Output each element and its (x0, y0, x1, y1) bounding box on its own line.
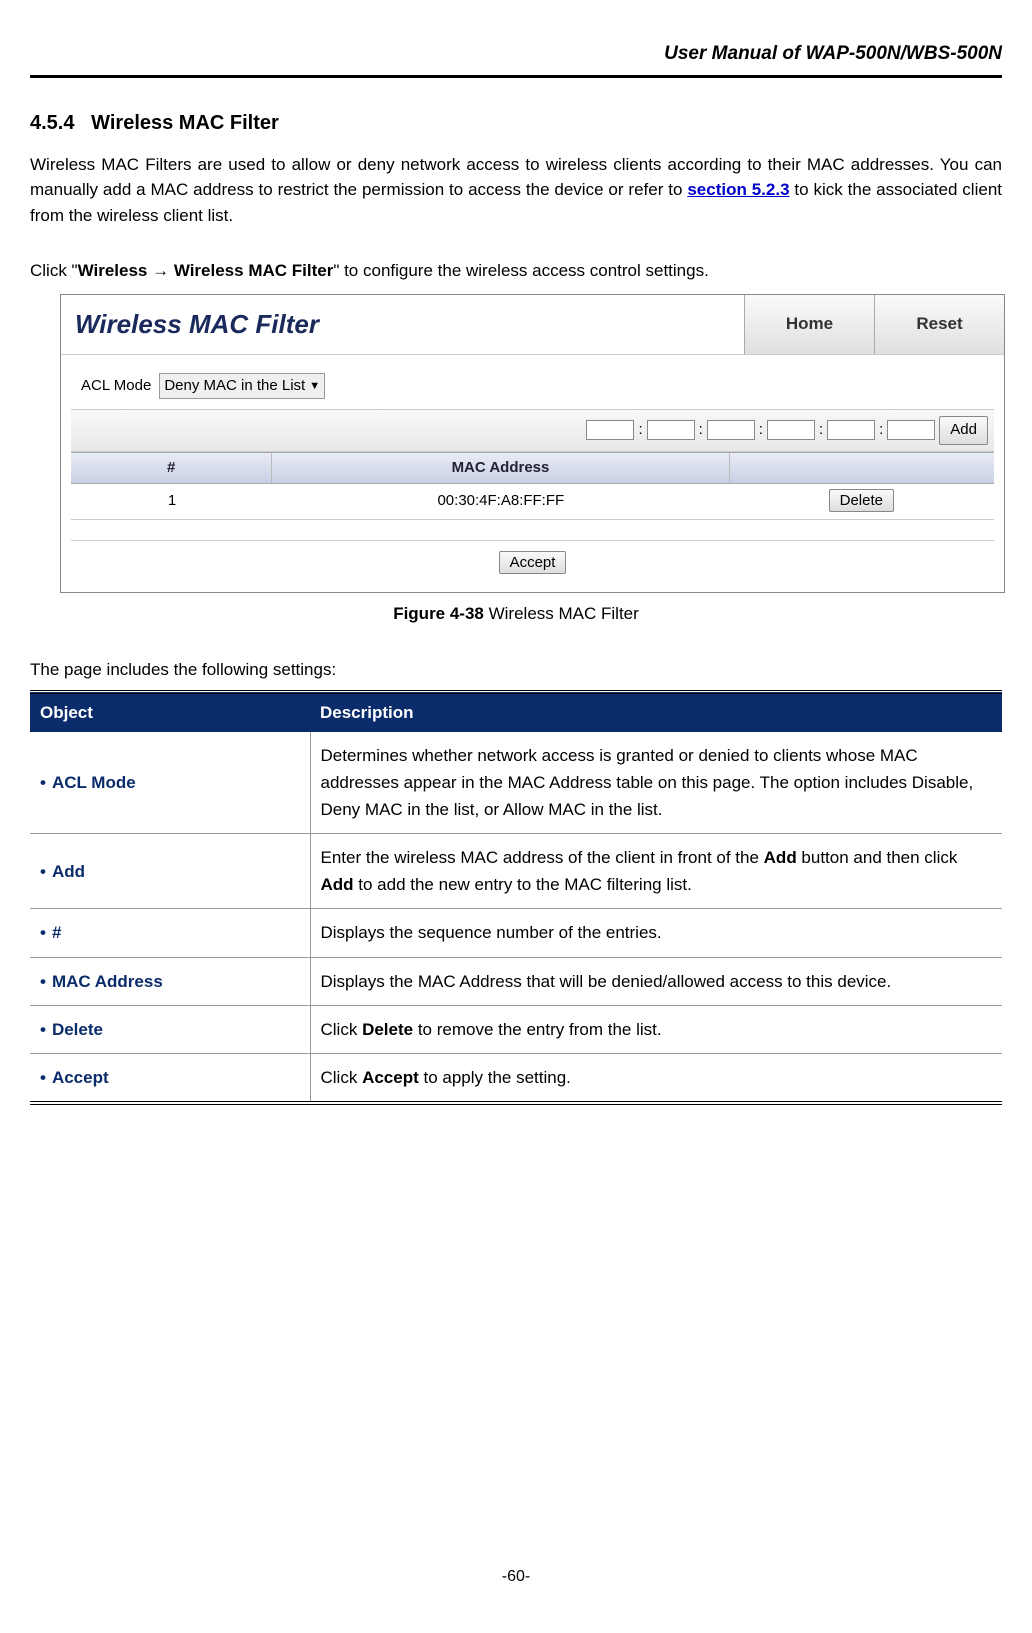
bullet-icon: • (40, 773, 46, 792)
description-text: to remove the entry from the list. (413, 1020, 661, 1039)
delete-button[interactable]: Delete (829, 489, 894, 512)
settings-object-cell: • Add (30, 834, 310, 909)
description-text: Click (321, 1020, 363, 1039)
settings-object-cell: • Accept (30, 1054, 310, 1104)
bullet-icon: • (40, 1020, 46, 1039)
click-path-bold: Wireless → Wireless MAC Filter (78, 261, 334, 280)
ui-screenshot-block: Wireless MAC Filter Home Reset ACL Mode … (60, 294, 1005, 594)
settings-table-row: •DeleteClick Delete to remove the entry … (30, 1005, 1002, 1053)
chevron-down-icon: ▼ (309, 378, 320, 395)
accept-button[interactable]: Accept (499, 551, 567, 574)
column-header-mac: MAC Address (272, 453, 730, 484)
ui-header-row: Wireless MAC Filter Home Reset (61, 295, 1004, 355)
mac-octet-input-6[interactable] (887, 420, 935, 440)
settings-object-name: MAC Address (52, 972, 163, 991)
settings-description-cell: Displays the MAC Address that will be de… (310, 957, 1002, 1005)
click-text-part1: Click " (30, 261, 78, 280)
bullet-icon: • (40, 1068, 46, 1087)
description-text: Click (321, 1068, 363, 1087)
acl-mode-label: ACL Mode (81, 375, 151, 398)
settings-header-object: Object (30, 692, 310, 732)
description-text: to add the new entry to the MAC filterin… (354, 875, 692, 894)
section-heading: 4.5.4 Wireless MAC Filter (30, 108, 1002, 138)
settings-object-cell: •# (30, 909, 310, 957)
mac-octet-input-2[interactable] (647, 420, 695, 440)
colon-sep: : (638, 419, 642, 442)
settings-description-cell: Click Accept to apply the setting. (310, 1054, 1002, 1104)
ui-page-title: Wireless MAC Filter (61, 295, 744, 354)
settings-description-cell: Determines whether network access is gra… (310, 732, 1002, 834)
description-bold-text: Delete (362, 1020, 413, 1039)
settings-object-name: Add (52, 862, 85, 881)
description-text: Displays the sequence number of the entr… (321, 923, 662, 942)
figure-title: Wireless MAC Filter (484, 604, 639, 623)
mac-table-header: # MAC Address (71, 452, 994, 485)
mac-octet-input-4[interactable] (767, 420, 815, 440)
mac-octet-input-3[interactable] (707, 420, 755, 440)
reset-button[interactable]: Reset (874, 295, 1004, 354)
figure-caption: Figure 4-38 Wireless MAC Filter (30, 601, 1002, 627)
colon-sep: : (759, 419, 763, 442)
settings-object-name: Accept (52, 1068, 109, 1087)
intro-paragraph: Wireless MAC Filters are used to allow o… (30, 152, 1002, 229)
settings-description-cell: Click Delete to remove the entry from th… (310, 1005, 1002, 1053)
acl-mode-row: ACL Mode Deny MAC in the List ▼ (71, 373, 994, 400)
settings-table-row: •#Displays the sequence number of the en… (30, 909, 1002, 957)
settings-table-row: •AcceptClick Accept to apply the setting… (30, 1054, 1002, 1104)
section-number: 4.5.4 (30, 112, 74, 134)
description-text: button and then click (797, 848, 958, 867)
mac-table-row: 1 00:30:4F:A8:FF:FF Delete (71, 484, 994, 520)
bullet-icon: • (40, 972, 46, 991)
ui-body: ACL Mode Deny MAC in the List ▼ : : : : … (61, 355, 1004, 593)
settings-table-row: • MAC Address Displays the MAC Address tha… (30, 957, 1002, 1005)
page-number: -60- (30, 1565, 1002, 1589)
acl-mode-select[interactable]: Deny MAC in the List ▼ (159, 373, 325, 400)
row-mac-address: 00:30:4F:A8:FF:FF (273, 484, 729, 519)
bullet-icon: • (40, 923, 46, 942)
section-reference-link[interactable]: section 5.2.3 (687, 180, 789, 199)
description-bold-text: Add (764, 848, 797, 867)
description-bold-text: Accept (362, 1068, 419, 1087)
column-header-action (730, 453, 994, 484)
description-text: Determines whether network access is gra… (321, 746, 974, 819)
navigation-instruction: Click "Wireless → Wireless MAC Filter" t… (30, 258, 1002, 284)
home-button[interactable]: Home (744, 295, 874, 354)
settings-table: Object Description • ACL Mode Determines w… (30, 690, 1002, 1105)
settings-object-name: # (52, 923, 61, 942)
section-title-text: Wireless MAC Filter (91, 112, 279, 134)
settings-object-name: Delete (52, 1020, 103, 1039)
description-text: Displays the MAC Address that will be de… (321, 972, 892, 991)
description-text: to apply the setting. (419, 1068, 571, 1087)
click-text-part2: " to configure the wireless access contr… (333, 261, 709, 280)
bullet-icon: • (40, 862, 46, 881)
description-text: Enter the wireless MAC address of the cl… (321, 848, 764, 867)
description-bold-text: Add (321, 875, 354, 894)
document-header: User Manual of WAP-500N/WBS-500N (30, 40, 1002, 69)
settings-object-cell: • MAC Address (30, 957, 310, 1005)
mac-octet-input-5[interactable] (827, 420, 875, 440)
mac-entry-row: : : : : : Add (71, 409, 994, 452)
settings-table-row: •AddEnter the wireless MAC address of th… (30, 834, 1002, 909)
add-button[interactable]: Add (939, 416, 988, 445)
settings-object-cell: • Delete (30, 1005, 310, 1053)
settings-intro-text: The page includes the following settings… (30, 657, 1002, 683)
row-number: 1 (71, 484, 273, 519)
figure-number: Figure 4-38 (393, 604, 484, 623)
header-divider (30, 75, 1002, 78)
settings-object-name: ACL Mode (52, 773, 136, 792)
colon-sep: : (699, 419, 703, 442)
row-action-cell: Delete (729, 484, 994, 519)
settings-description-cell: Enter the wireless MAC address of the cl… (310, 834, 1002, 909)
settings-description-cell: Displays the sequence number of the entr… (310, 909, 1002, 957)
settings-header-description: Description (310, 692, 1002, 732)
acl-mode-value: Deny MAC in the List (164, 375, 305, 398)
settings-table-row: • ACL Mode Determines whether network acce… (30, 732, 1002, 834)
colon-sep: : (819, 419, 823, 442)
settings-object-cell: • ACL Mode (30, 732, 310, 834)
accept-row: Accept (71, 540, 994, 583)
mac-octet-input-1[interactable] (586, 420, 634, 440)
colon-sep: : (879, 419, 883, 442)
column-header-number: # (71, 453, 272, 484)
